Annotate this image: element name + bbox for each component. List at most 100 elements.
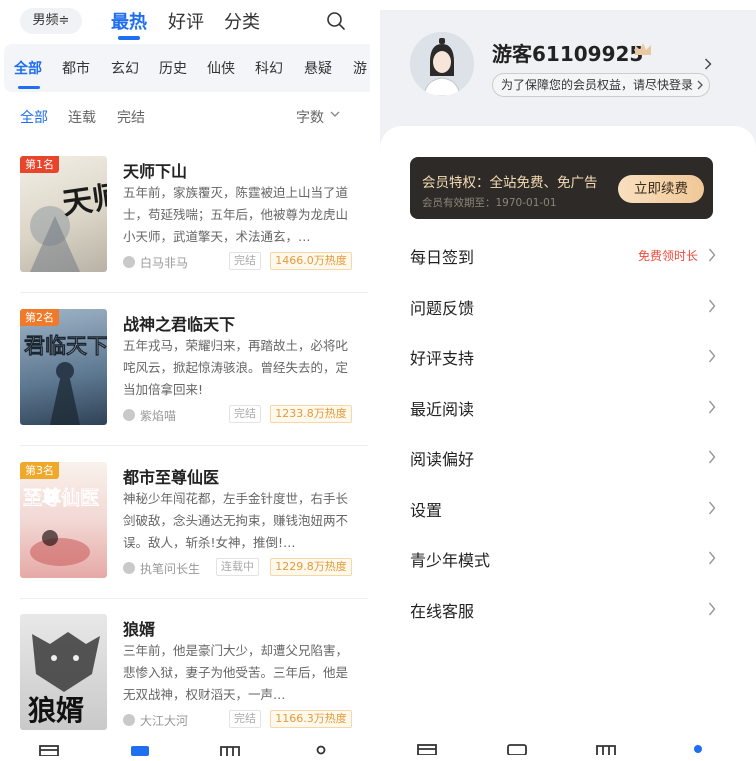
status-badge: 完结: [229, 405, 261, 423]
menu-item-checkin[interactable]: 每日签到 免费领时长: [410, 235, 716, 275]
filter-row: 全部 连载 完结 字数: [0, 100, 370, 132]
vip-title: 会员特权：全站免费、免广告: [422, 175, 598, 191]
heat-badge: 1166.3万热度: [270, 710, 352, 728]
status-badge: 完结: [229, 252, 261, 270]
chevron-down-icon[interactable]: [330, 110, 340, 118]
renew-button[interactable]: 立即续费: [618, 175, 704, 203]
category-fantasy[interactable]: 玄幻: [111, 58, 139, 78]
divider: [20, 445, 368, 446]
username: 游客61109925: [492, 42, 644, 66]
bookshelf-icon[interactable]: [416, 743, 438, 755]
bottom-nav: [380, 741, 756, 761]
bookstore-icon[interactable]: [129, 744, 151, 756]
book-cover[interactable]: 天师下山 第1名: [20, 156, 107, 272]
book-title[interactable]: 都市至尊仙医: [123, 464, 219, 488]
book-author: 大江大河: [140, 714, 189, 728]
book-title[interactable]: 天师下山: [123, 158, 187, 182]
status-badge: 连载中: [216, 558, 259, 576]
category-all[interactable]: 全部: [14, 58, 42, 78]
login-hint-button[interactable]: 为了保障您的会员权益，请尽快登录: [492, 73, 710, 97]
menu-item-preferences[interactable]: 阅读偏好: [410, 437, 716, 477]
book-author: 紫焰喵: [140, 409, 177, 423]
gender-switch-button[interactable]: 男频≑: [20, 8, 82, 34]
chevron-right-icon: [708, 501, 716, 515]
search-icon[interactable]: [326, 11, 346, 31]
menu-label: 每日签到: [410, 248, 475, 267]
tab-category[interactable]: 分类: [224, 8, 260, 34]
book-author: 白马非马: [140, 256, 189, 270]
book-item[interactable]: 狼婿 狼婿 三年前，他是豪门大少，却遭父兄陷害，悲惨入狱，妻子为他受苦。三年后，…: [20, 614, 368, 746]
sort-word-count[interactable]: 字数: [296, 107, 324, 127]
book-title[interactable]: 战神之君临天下: [123, 311, 235, 335]
menu-label: 在线客服: [410, 602, 475, 621]
category-xianxia[interactable]: 仙侠: [207, 58, 235, 78]
chevron-right-icon: [708, 400, 716, 414]
bookstore-screen: 男频≑ 最热 好评 分类 全部 都市 玄幻 历史 仙侠 科幻 悬疑 游 全部 连…: [0, 0, 370, 761]
profile-icon[interactable]: [310, 744, 332, 756]
book-title[interactable]: 狼婿: [123, 616, 155, 640]
chevron-right-icon: [708, 551, 716, 565]
bookshelf-icon[interactable]: [38, 744, 60, 756]
author-icon: [123, 562, 135, 574]
menu-item-teen-mode[interactable]: 青少年模式: [410, 538, 716, 578]
category-game[interactable]: 游: [353, 58, 367, 78]
book-item[interactable]: 君临天下 第2名 战神之君临天下 五年戎马，荣耀归来，再踏故土，必将叱咤风云，掀…: [20, 309, 368, 441]
rank-badge: 第1名: [20, 156, 59, 173]
chevron-right-icon[interactable]: [704, 58, 712, 70]
rank-badge: 第2名: [20, 309, 59, 326]
profile-screen: 游客61109925 为了保障您的会员权益，请尽快登录 会员特权：全站免费、免广…: [380, 10, 756, 761]
category-suspense[interactable]: 悬疑: [304, 58, 332, 78]
filter-all[interactable]: 全部: [20, 107, 48, 127]
menu-item-support[interactable]: 在线客服: [410, 589, 716, 629]
tab-hot[interactable]: 最热: [111, 8, 147, 34]
tab-rating[interactable]: 好评: [168, 8, 204, 34]
filter-serializing[interactable]: 连载: [68, 107, 96, 127]
cover-title: 至尊仙医: [23, 486, 99, 509]
book-cover[interactable]: 君临天下 第2名: [20, 309, 107, 425]
menu-label: 最近阅读: [410, 400, 475, 419]
heat-badge: 1466.0万热度: [270, 252, 352, 270]
book-author: 执笔问长生: [140, 562, 201, 576]
menu-item-feedback[interactable]: 问题反馈: [410, 286, 716, 326]
settings-panel: 会员特权：全站免费、免广告 会员有效期至：1970-01-01 立即续费 每日签…: [380, 126, 756, 761]
chevron-right-icon: [708, 299, 716, 313]
divider: [20, 598, 368, 599]
top-bar: 男频≑ 最热 好评 分类: [0, 0, 370, 44]
chevron-right-icon: [708, 602, 716, 616]
menu-item-recent[interactable]: 最近阅读: [410, 387, 716, 427]
heat-badge: 1229.8万热度: [270, 558, 352, 576]
avatar-image: [410, 32, 474, 96]
category-icon[interactable]: [595, 743, 617, 755]
active-tab-indicator: [118, 36, 140, 40]
author-icon: [123, 256, 135, 268]
vip-card: 会员特权：全站免费、免广告 会员有效期至：1970-01-01 立即续费: [410, 157, 713, 219]
category-history[interactable]: 历史: [159, 58, 187, 78]
avatar[interactable]: [410, 32, 474, 96]
book-description: 五年前，家族覆灭，陈霆被迫上山当了道士，苟延残喘；五年后，他被尊为龙虎山小天师，…: [123, 185, 349, 244]
author-icon: [123, 714, 135, 726]
free-time-tag: 免费领时长: [637, 249, 698, 263]
profile-icon[interactable]: [687, 743, 709, 755]
menu-item-rate[interactable]: 好评支持: [410, 336, 716, 376]
menu-label: 好评支持: [410, 349, 475, 368]
cover-art: 天师下山: [30, 171, 107, 272]
bookstore-icon[interactable]: [506, 743, 528, 755]
book-cover[interactable]: 至尊仙医 第3名: [20, 462, 107, 578]
menu-label: 设置: [410, 501, 443, 520]
menu-label: 问题反馈: [410, 299, 475, 318]
book-cover[interactable]: 狼婿: [20, 614, 107, 730]
login-hint-text: 为了保障您的会员权益，请尽快登录: [501, 78, 694, 92]
menu-item-settings[interactable]: 设置: [410, 488, 716, 528]
book-item[interactable]: 至尊仙医 第3名 都市至尊仙医 神秘少年闯花都，左手金针度世，右手长剑破敌，念头…: [20, 462, 368, 594]
cover-title: 狼婿: [28, 694, 84, 727]
category-urban[interactable]: 都市: [62, 58, 90, 78]
filter-finished[interactable]: 完结: [117, 107, 145, 127]
category-scifi[interactable]: 科幻: [255, 58, 283, 78]
category-icon[interactable]: [219, 744, 241, 756]
book-description: 五年戎马，荣耀归来，再踏故土，必将叱咤风云，掀起惊涛骇浪。曾经失去的，定当加倍拿…: [123, 338, 349, 397]
rank-badge: 第3名: [20, 462, 59, 479]
cover-art: 君临天下: [24, 333, 107, 425]
book-item[interactable]: 天师下山 第1名 天师下山 五年前，家族覆灭，陈霆被迫上山当了道士，苟延残喘；五…: [20, 156, 368, 288]
cover-art: 至尊仙医: [23, 486, 99, 566]
chevron-right-icon: [697, 80, 703, 90]
